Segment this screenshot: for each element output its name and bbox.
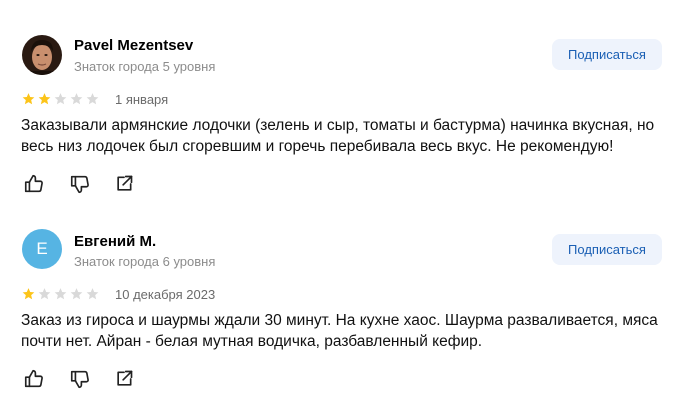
thumbs-down-icon xyxy=(70,175,89,194)
review-text: Заказ из гироса и шаурмы ждали 30 минут.… xyxy=(21,312,658,350)
star-filled-icon xyxy=(22,93,35,105)
share-button[interactable] xyxy=(112,172,136,196)
author-name[interactable]: Евгений М. xyxy=(74,233,156,250)
author-level: Знаток города 5 уровня xyxy=(74,59,216,74)
subscribe-button[interactable]: Подписаться xyxy=(552,234,662,265)
dislike-button[interactable] xyxy=(68,367,92,391)
share-icon xyxy=(117,370,133,386)
avatar-photo xyxy=(22,35,62,75)
rating-stars xyxy=(21,92,100,106)
dislike-button[interactable] xyxy=(68,172,92,196)
rating-stars xyxy=(21,287,100,301)
star-empty-icon xyxy=(38,288,51,300)
review-text: Заказывали армянские лодочки (зелень и с… xyxy=(21,117,655,155)
like-button[interactable] xyxy=(22,172,46,196)
star-empty-icon xyxy=(70,288,83,300)
review-date: 1 января xyxy=(115,92,169,107)
author-name[interactable]: Pavel Mezentsev xyxy=(74,37,193,54)
star-empty-icon xyxy=(54,288,67,300)
star-filled-icon xyxy=(22,288,35,300)
star-empty-icon xyxy=(86,288,99,300)
thumbs-down-icon xyxy=(70,370,89,389)
thumbs-up-icon xyxy=(24,174,43,193)
star-empty-icon xyxy=(86,93,99,105)
share-icon xyxy=(117,175,133,191)
like-button[interactable] xyxy=(22,367,46,391)
star-empty-icon xyxy=(70,93,83,105)
thumbs-up-icon xyxy=(24,369,43,388)
star-filled-icon xyxy=(38,93,51,105)
author-level: Знаток города 6 уровня xyxy=(74,254,216,269)
subscribe-button[interactable]: Подписаться xyxy=(552,39,662,70)
share-button[interactable] xyxy=(112,367,136,391)
avatar[interactable]: Е xyxy=(22,229,62,269)
review-date: 10 декабря 2023 xyxy=(115,287,216,302)
star-empty-icon xyxy=(54,93,67,105)
avatar[interactable] xyxy=(22,35,62,75)
